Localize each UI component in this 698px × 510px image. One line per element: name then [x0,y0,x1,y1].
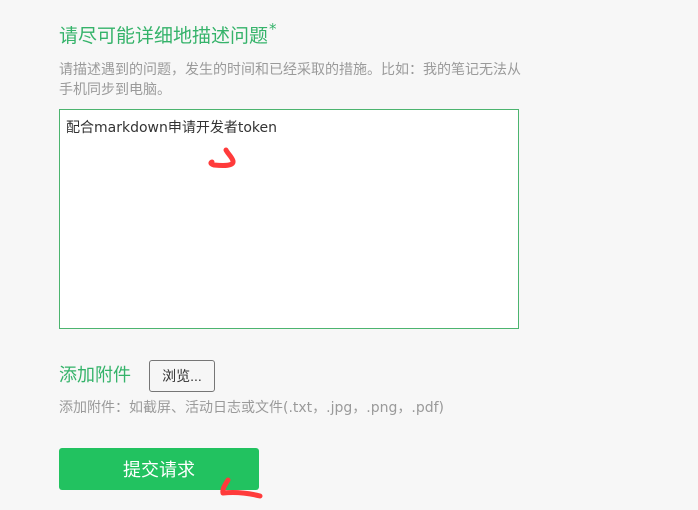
submit-button[interactable]: 提交请求 [59,448,259,490]
attachment-label: 添加附件 [59,365,131,386]
description-hint: 请描述遇到的问题，发生的时间和已经采取的措施。比如：我的笔记无法从手机同步到电脑… [59,62,521,98]
browse-button[interactable]: 浏览... [149,360,215,392]
attachment-hint: 添加附件：如截屏、活动日志或文件(.txt，.jpg，.png，.pdf) [59,400,444,416]
description-field-title: 请尽可能详细地描述问题 * [59,20,277,50]
description-title-text: 请尽可能详细地描述问题 [59,25,269,47]
required-asterisk: * [269,20,277,38]
description-textarea[interactable]: 配合markdown申请开发者token [59,109,519,329]
description-textarea-value: 配合markdown申请开发者token [66,120,278,136]
